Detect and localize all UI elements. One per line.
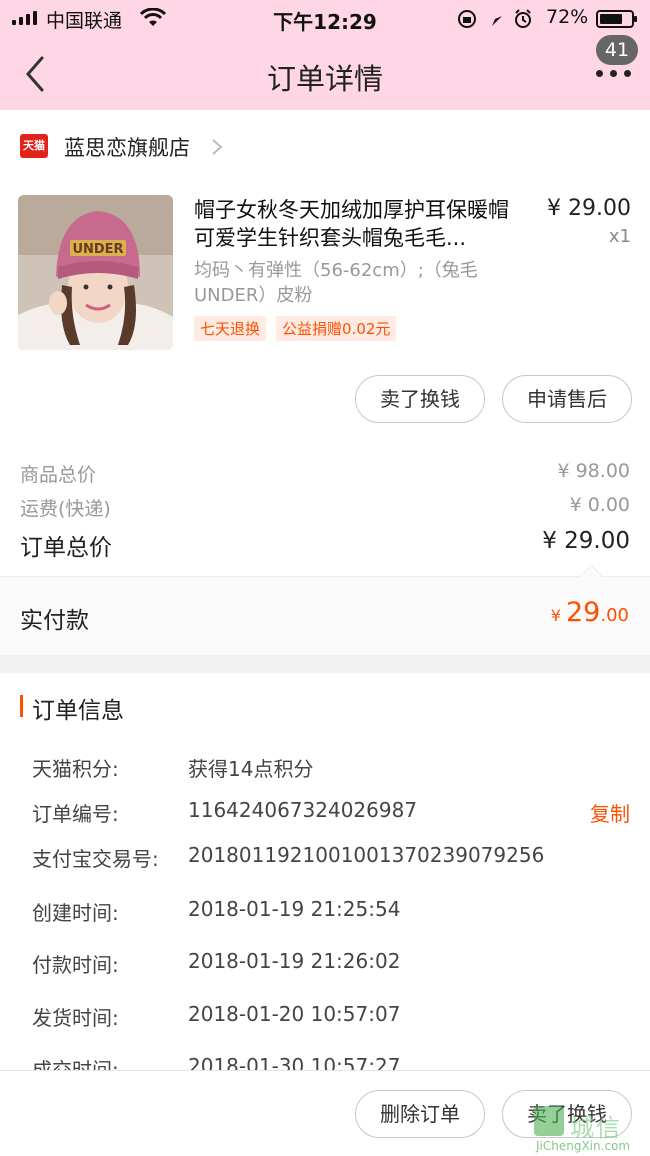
copy-order-number-button[interactable]: 复制 (590, 798, 630, 827)
info-value: 获得14点积分 (188, 757, 314, 781)
info-value[interactable]: 116424067324026987 (188, 798, 417, 822)
goods-total-value: ¥ 98.00 (557, 460, 630, 482)
info-value: 2018-01-19 21:25:54 (188, 897, 401, 921)
info-key: 天猫积分: (32, 757, 119, 781)
info-value: 2018-01-19 21:26:02 (188, 949, 401, 973)
shop-row[interactable]: 天猫 蓝思恋旗舰店 (0, 110, 650, 182)
product-title[interactable]: 帽子女秋冬天加绒加厚护耳保暖帽可爱学生针织套头帽兔毛毛... (194, 196, 524, 252)
goods-total-label: 商品总价 (20, 464, 97, 486)
payment-currency: ¥ (550, 606, 566, 625)
shipping-value: ¥ 0.00 (569, 494, 630, 516)
info-key: 付款时间: (32, 953, 119, 977)
page-title: 订单详情 (266, 62, 383, 96)
order-info-title: 订单信息 (32, 698, 124, 724)
order-total-value: ¥ 29.00 (542, 528, 630, 554)
order-total-label: 订单总价 (20, 535, 112, 561)
more-menu-icon[interactable] (592, 64, 636, 84)
battery-percent: 72% (546, 6, 589, 28)
product-photo: UNDER (18, 195, 173, 350)
tag-return-policy: 七天退换 (194, 316, 267, 341)
tmall-logo: 天猫 (20, 134, 48, 158)
location-icon (492, 16, 502, 26)
actual-payment-label: 实付款 (20, 608, 89, 634)
shop-name[interactable]: 蓝思恋旗舰店 (64, 132, 190, 162)
after-sale-button[interactable]: 申请售后 (502, 375, 632, 423)
shipping-row: 运费(快递) ¥ 0.00 (20, 494, 630, 521)
info-value: 2018011921001001370239079256 (188, 843, 545, 867)
shipping-label: 运费(快递) (20, 498, 111, 520)
product-image[interactable]: UNDER (18, 195, 173, 350)
sell-for-cash-button[interactable]: 卖了换钱 (355, 375, 485, 423)
section-accent-bar (20, 695, 23, 717)
watermark-text: 城信 (570, 1114, 622, 1142)
actual-payment-box: 实付款 ¥ 29.00 (0, 564, 650, 655)
delete-order-button[interactable]: 删除订单 (355, 1090, 485, 1138)
tag-charity: 公益捐赠0.02元 (276, 316, 397, 341)
info-key: 支付宝交易号: (32, 847, 159, 871)
order-total-row: 订单总价 ¥ 29.00 (20, 528, 630, 562)
watermark-logo (534, 1106, 564, 1136)
payment-integer: 29 (566, 597, 601, 628)
actual-payment-amount: ¥ 29.00 (551, 597, 629, 628)
status-icons (458, 9, 531, 28)
payment-decimal: .00 (600, 605, 629, 626)
product-quantity: x1 (608, 226, 631, 247)
info-key: 创建时间: (32, 901, 119, 925)
product-tags: 七天退换 公益捐赠0.02元 (194, 316, 397, 341)
info-key: 订单编号: (32, 802, 119, 826)
chevron-right-icon (212, 139, 223, 155)
pointer-caret (579, 564, 603, 588)
watermark-url: JiChengXin.com (536, 1139, 631, 1153)
message-count-badge: 41 (596, 35, 638, 65)
goods-total-row: 商品总价 ¥ 98.00 (20, 460, 630, 487)
product-price: ¥ 29.00 (547, 196, 631, 221)
battery-icon (596, 10, 637, 28)
status-bar: 中国联通 下午12:29 72% (0, 0, 650, 38)
watermark: 城信 JiChengXin.com (534, 1106, 646, 1154)
alarm-icon (515, 9, 531, 28)
info-value: 2018-01-20 10:57:07 (188, 1002, 401, 1026)
top-area: 中国联通 下午12:29 72% 订单详情 41 (0, 0, 650, 110)
product-spec: 均码丶有弹性（56-62cm）;（兔毛UNDER）皮粉 (194, 260, 478, 306)
order-card: 天猫 蓝思恋旗舰店 UNDER 帽子女秋冬天加绒加厚护耳保暖帽可爱学生针织套头帽… (0, 110, 650, 655)
info-key: 发货时间: (32, 1006, 119, 1030)
order-info-section: 订单信息 天猫积分: 获得14点积分 订单编号: 116424067324026… (0, 673, 650, 1073)
rotation-lock-icon (458, 10, 476, 28)
hat-label-text: UNDER (72, 242, 123, 257)
